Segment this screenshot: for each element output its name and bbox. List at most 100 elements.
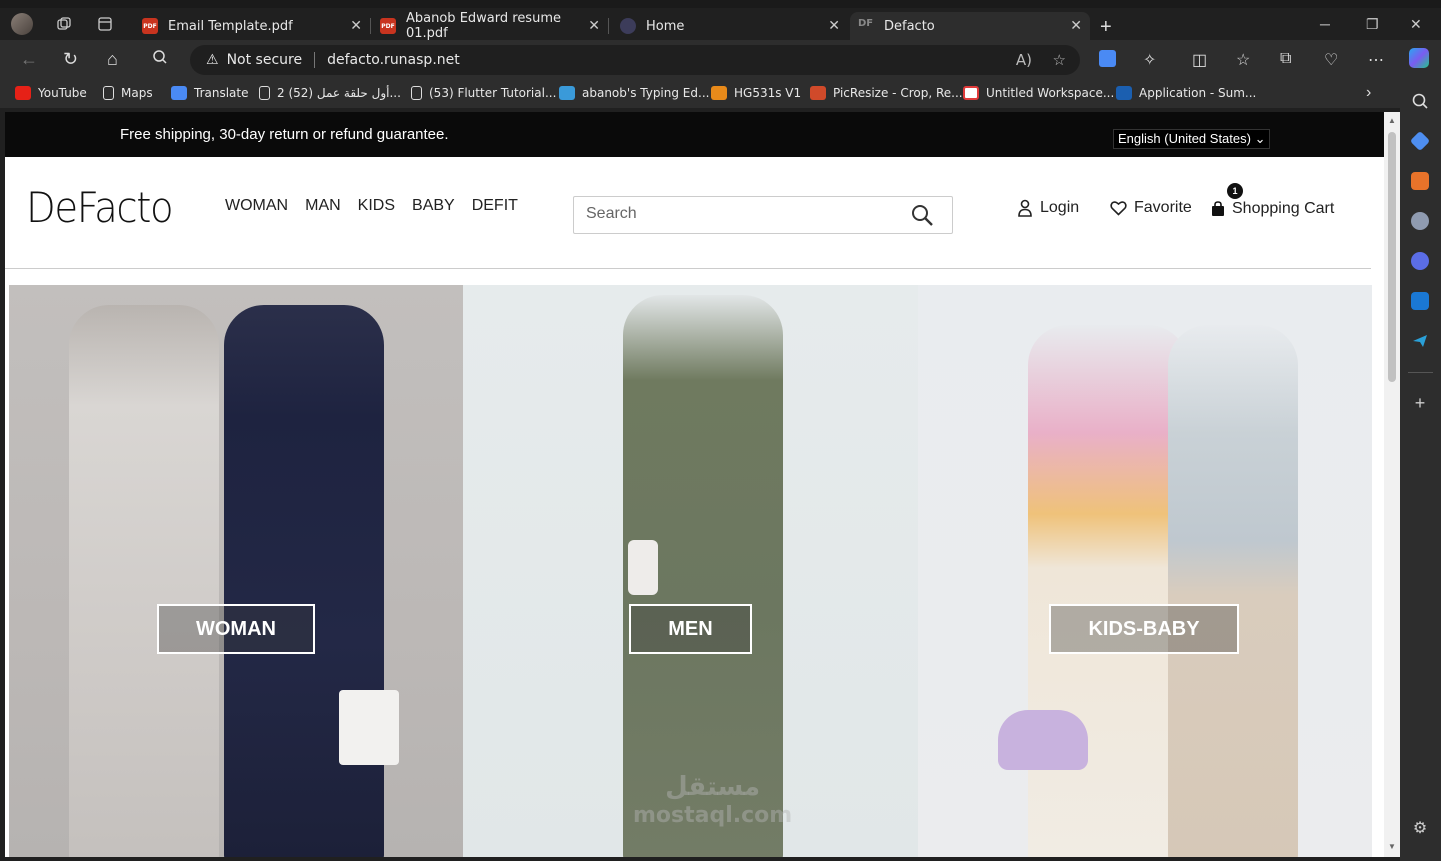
home-icon[interactable]: ⌂ (107, 49, 118, 70)
outlook-icon[interactable] (1411, 292, 1429, 310)
bookmark-application[interactable]: Application - Sum... (1116, 86, 1256, 100)
header-divider (5, 268, 1371, 269)
model-figure (224, 305, 384, 857)
tab-separator (608, 18, 609, 34)
tab-title: Abanob Edward resume 01.pdf (406, 11, 561, 41)
favorite-link[interactable]: Favorite (1110, 199, 1192, 217)
df-icon: DF (858, 18, 874, 29)
close-icon[interactable]: ✕ (350, 18, 362, 34)
bookmark-workspace[interactable]: Untitled Workspace... (963, 86, 1114, 100)
split-screen-icon[interactable]: ◫ (1192, 50, 1207, 70)
profile-avatar[interactable] (11, 13, 33, 35)
bookmarks-bar: YouTube Maps Translate 2 (52) أول حلقة ع… (0, 80, 1400, 108)
watermark-latin: mostaql.com (633, 803, 793, 829)
favorites-icon[interactable]: ☆ (1236, 50, 1250, 70)
bookmark-picresize[interactable]: PicResize - Crop, Re... (810, 86, 963, 100)
address-bar[interactable]: ⚠ Not secure defacto.runasp.net A) ☆ (190, 45, 1080, 75)
page-viewport: Free shipping, 30-day return or refund g… (5, 112, 1400, 857)
scrollbar-thumb[interactable] (1388, 132, 1396, 382)
bookmark-router[interactable]: HG531s V1 (711, 86, 801, 100)
read-aloud-icon[interactable]: A) (1016, 51, 1032, 69)
search-tab-icon[interactable] (152, 49, 168, 70)
search-icon[interactable] (910, 203, 934, 227)
search-input[interactable] (586, 205, 886, 223)
collections-icon[interactable]: ⧉ (1280, 50, 1291, 68)
translate-icon[interactable] (1099, 50, 1116, 72)
tab-defacto[interactable]: DF Defacto ✕ (850, 12, 1090, 40)
user-icon (1018, 199, 1032, 217)
star-icon[interactable]: ☆ (1053, 51, 1066, 69)
bookmark-typing[interactable]: abanob's Typing Ed... (559, 86, 709, 100)
nav-kids[interactable]: KIDS (358, 197, 395, 215)
close-icon[interactable]: ✕ (588, 18, 600, 34)
search-icon[interactable] (1411, 92, 1429, 110)
workspaces-icon[interactable] (52, 12, 76, 36)
copilot-icon[interactable] (1409, 48, 1429, 68)
router-icon (711, 86, 727, 100)
bookmark-youtube[interactable]: YouTube (15, 86, 87, 100)
site-header: DeFacto WOMAN MAN KIDS BABY DEFIT Login … (5, 157, 1384, 269)
language-select[interactable]: English (United States) ⌄ (1113, 129, 1271, 149)
shopping-tag-icon[interactable] (1409, 130, 1431, 152)
scroll-down-icon[interactable]: ▼ (1388, 842, 1396, 851)
workspace-icon (963, 86, 979, 100)
telegram-icon[interactable] (1411, 332, 1429, 350)
tools-icon[interactable] (1411, 172, 1429, 190)
site-logo[interactable]: DeFacto (26, 183, 174, 232)
nav-woman[interactable]: WOMAN (225, 197, 288, 215)
warning-icon[interactable]: ⚠ (206, 52, 219, 68)
cart-label[interactable]: Shopping Cart (1232, 200, 1334, 218)
tab-actions-icon[interactable] (93, 12, 117, 36)
scroll-up-icon[interactable]: ▲ (1388, 116, 1396, 125)
restore-icon[interactable]: ❐ (1366, 16, 1379, 33)
games-icon[interactable] (1411, 212, 1429, 230)
minimize-icon[interactable]: ─ (1320, 16, 1330, 32)
typing-icon (559, 86, 575, 100)
scrollbar[interactable]: ▲ ▼ (1384, 112, 1400, 857)
pdf-icon: PDF (380, 18, 396, 34)
bookmark-flutter[interactable]: (53) Flutter Tutorial... (411, 86, 556, 100)
woman-button[interactable]: WOMAN (157, 604, 315, 654)
new-tab-button[interactable]: + (1100, 16, 1112, 39)
tab-separator (370, 18, 371, 34)
settings-icon[interactable]: ⚙ (1411, 820, 1429, 838)
announcement-bar: Free shipping, 30-day return or refund g… (5, 112, 1384, 157)
woman-banner[interactable]: WOMAN (9, 285, 463, 857)
crossbody-bag-image (628, 540, 658, 595)
close-icon[interactable]: ✕ (1070, 18, 1082, 34)
kids-baby-banner[interactable]: KIDS-BABY (918, 285, 1372, 857)
cart-link[interactable]: Shopping Cart (1211, 200, 1334, 218)
close-window-icon[interactable]: ✕ (1410, 16, 1422, 33)
tab-home[interactable]: Home ✕ (612, 12, 848, 40)
extensions-icon[interactable]: ✧ (1143, 50, 1156, 70)
nav-defit[interactable]: DEFIT (472, 197, 518, 215)
tab-resume[interactable]: PDF Abanob Edward resume 01.pdf ✕ (372, 11, 609, 41)
tab-bar: PDF Email Template.pdf ✕ PDF Abanob Edwa… (0, 8, 1441, 41)
bookmark-arabic[interactable]: 2 (52) أول حلقة عمل... (259, 86, 401, 100)
refresh-icon[interactable]: ↻ (63, 49, 78, 70)
favorite-label[interactable]: Favorite (1134, 199, 1192, 217)
login-link[interactable]: Login (1017, 199, 1079, 217)
bookmark-translate[interactable]: Translate (171, 86, 249, 100)
url-text[interactable]: defacto.runasp.net (327, 52, 460, 68)
m365-icon[interactable] (1411, 252, 1429, 270)
kids-baby-button[interactable]: KIDS-BABY (1049, 604, 1239, 654)
search-box (573, 196, 953, 234)
add-icon[interactable]: + (1411, 394, 1429, 412)
chevron-right-icon[interactable]: › (1366, 84, 1371, 102)
men-button[interactable]: MEN (629, 604, 752, 654)
security-label[interactable]: Not secure (227, 52, 303, 68)
nav-baby[interactable]: BABY (412, 197, 455, 215)
back-icon[interactable]: ← (20, 49, 38, 70)
login-label[interactable]: Login (1040, 199, 1079, 217)
tab-email-template[interactable]: PDF Email Template.pdf ✕ (134, 12, 371, 40)
bookmark-maps[interactable]: Maps (103, 86, 153, 100)
health-icon[interactable]: ♡ (1324, 50, 1338, 70)
language-value[interactable]: English (United States) (1118, 131, 1251, 146)
nav-man[interactable]: MAN (305, 197, 341, 215)
more-icon[interactable]: ⋯ (1368, 50, 1384, 70)
cart-count-badge: 1 (1227, 183, 1243, 199)
close-icon[interactable]: ✕ (828, 18, 840, 34)
sidebar-divider (1408, 372, 1433, 373)
translate-icon (171, 86, 187, 100)
